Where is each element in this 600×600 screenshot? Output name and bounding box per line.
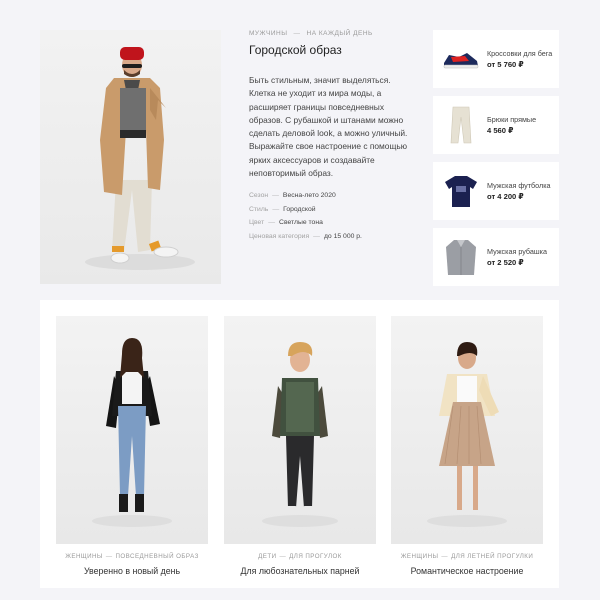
product-card-tshirt[interactable]: Мужская футболка от 4 200 ₽ <box>433 162 559 220</box>
product-name: Мужская рубашка <box>487 246 547 256</box>
meta-value: до 15 000 р. <box>323 232 362 240</box>
look-category: дети <box>258 553 277 560</box>
meta-key: Сезон <box>249 192 269 200</box>
look-title: Уверенно в новый день <box>83 566 181 576</box>
meta-key: Ценовая категория <box>249 232 310 240</box>
meta-row-season: Сезон — Весна-лето 2020 <box>249 189 419 203</box>
meta-value: Городской <box>283 205 316 213</box>
meta-dash: — <box>272 205 280 213</box>
look-photo <box>391 316 543 544</box>
look-title: Для любознательных парней <box>240 566 360 576</box>
look-photo <box>224 316 376 544</box>
look-kicker: женщины — повседневный образ <box>56 553 208 560</box>
kicker-separator: — <box>441 553 449 560</box>
meta-value: Светлые тона <box>279 219 323 227</box>
meta-key: Стиль <box>249 205 269 213</box>
look-tag: для летней прогулки <box>451 553 534 560</box>
look-card-kids-walk[interactable]: дети — для прогулок Для любознательных пар… <box>224 316 376 576</box>
hero-category[interactable]: мужчины <box>249 30 288 37</box>
hero-description: Быть стильным, значит выделяться. Клетка… <box>249 75 408 179</box>
look-kicker: женщины — для летней прогулки <box>391 553 543 560</box>
kicker-separator: — <box>105 553 113 560</box>
meta-row-price-category: Ценовая категория — до 15 000 р. <box>249 230 419 244</box>
sneaker-icon <box>439 37 483 81</box>
woman-summer-outfit-illustration <box>427 342 507 527</box>
look-category: женщины <box>400 553 439 560</box>
product-name: Кроссовки для бега <box>487 48 553 58</box>
kicker-separator: — <box>279 553 287 560</box>
meta-value: Весна-лето 2020 <box>282 192 336 200</box>
woman-outfit-illustration <box>92 338 172 527</box>
look-category: женщины <box>65 553 103 560</box>
look-kicker: дети — для прогулок <box>224 553 376 560</box>
product-card-shirt[interactable]: Мужская рубашка от 2 520 ₽ <box>433 228 559 286</box>
look-photo <box>56 316 208 544</box>
hero-meta: Сезон — Весна-лето 2020 Стиль — Городско… <box>249 189 419 243</box>
man-outfit-illustration <box>85 47 195 270</box>
look-tag: для прогулок <box>289 553 342 560</box>
product-card-trousers[interactable]: Брюки прямые 4 560 ₽ <box>433 96 559 154</box>
product-card-sneakers[interactable]: Кроссовки для бега от 5 760 ₽ <box>433 30 559 88</box>
meta-row-color: Цвет — Светлые тона <box>249 216 419 230</box>
look-card-woman-casual[interactable]: женщины — повседневный образ Уверенно в но… <box>56 316 208 576</box>
product-price: от 2 520 ₽ <box>487 258 524 268</box>
product-price: от 4 200 ₽ <box>487 192 524 202</box>
product-name: Мужская футболка <box>487 180 551 190</box>
hero-look-photo[interactable] <box>40 30 221 284</box>
meta-dash: — <box>313 232 320 240</box>
product-name: Брюки прямые <box>487 114 537 124</box>
boy-outfit-illustration <box>262 342 338 527</box>
hero-title[interactable]: Городской образ <box>249 43 419 57</box>
look-title: Романтическое настроение <box>410 566 524 576</box>
kicker-separator: — <box>293 30 301 37</box>
product-list: Кроссовки для бега от 5 760 ₽ Брюки прям… <box>433 30 559 294</box>
hero-look-details: мужчины — на каждый день Городской образ… <box>249 30 419 243</box>
meta-row-style: Стиль — Городской <box>249 203 419 217</box>
look-tag: повседневный образ <box>115 553 199 560</box>
tshirt-icon <box>439 169 483 213</box>
shirt-icon <box>439 235 483 279</box>
meta-dash: — <box>272 192 279 200</box>
trousers-icon <box>439 103 483 147</box>
product-price: от 5 760 ₽ <box>487 60 524 70</box>
hero-tag[interactable]: на каждый день <box>307 30 373 37</box>
hero-kicker: мужчины — на каждый день <box>249 30 419 37</box>
meta-key: Цвет <box>249 219 265 227</box>
looks-panel: женщины — повседневный образ Уверенно в но… <box>40 300 559 588</box>
product-price: 4 560 ₽ <box>487 126 514 136</box>
look-card-woman-summer[interactable]: женщины — для летней прогулки Романтическо… <box>391 316 543 576</box>
meta-dash: — <box>268 219 276 227</box>
